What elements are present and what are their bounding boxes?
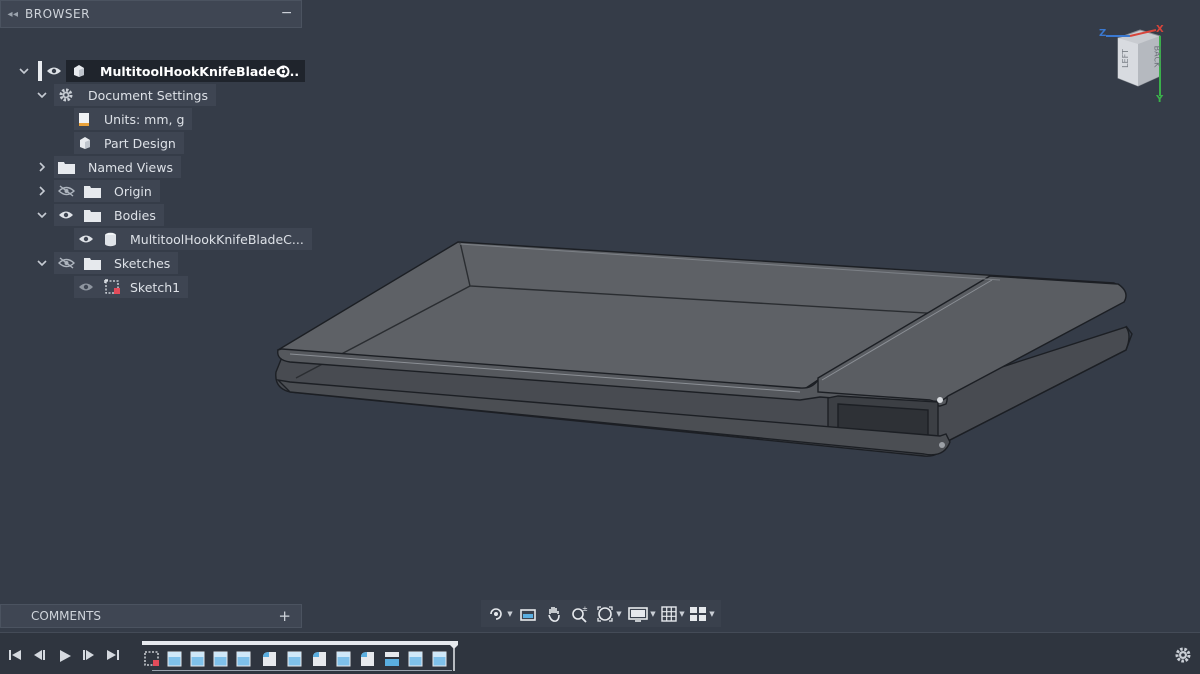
timeline-fillet-feature[interactable] (260, 649, 280, 669)
pan-button[interactable] (541, 603, 567, 625)
move-icon (385, 652, 399, 666)
timeline-move-feature[interactable] (382, 649, 402, 669)
timeline-extrude-feature[interactable] (234, 649, 254, 669)
fillet-icon (263, 652, 276, 666)
timeline-settings-icon[interactable] (1174, 646, 1192, 668)
extrude-icon (336, 651, 351, 667)
blade-case-model[interactable] (275, 241, 1133, 457)
fillet-icon (361, 652, 374, 666)
timeline-fillet-feature[interactable] (310, 649, 330, 669)
hand-icon (548, 606, 560, 622)
display-settings-button[interactable]: ▼ (625, 603, 659, 625)
go-to-end-icon[interactable] (106, 649, 120, 664)
look-at-icon (520, 608, 536, 621)
navigation-toolbar: ▼ ± ▼ ▼ ▼ ▼ (481, 600, 721, 627)
axis-y-label: Y (1156, 94, 1164, 105)
play-icon[interactable] (58, 649, 72, 666)
extrude-icon (190, 651, 205, 667)
timeline-fillet-feature[interactable] (358, 649, 378, 669)
step-back-icon[interactable] (32, 649, 46, 664)
grid-button[interactable]: ▼ (659, 603, 687, 625)
axis-x-label: X (1156, 24, 1164, 35)
extrude-icon (236, 651, 251, 667)
comments-title: COMMENTS (31, 609, 102, 623)
extrude-icon (408, 651, 423, 667)
orbit-button[interactable]: ▼ (485, 603, 515, 625)
extrude-icon (213, 651, 228, 667)
timeline-extrude-feature[interactable] (285, 649, 305, 669)
add-comment-icon[interactable]: + (278, 607, 291, 625)
axis-z-label: Z (1099, 28, 1107, 39)
grid-icon (661, 605, 677, 622)
timeline-extrude-feature[interactable] (211, 649, 231, 669)
comments-panel[interactable]: COMMENTS + (0, 604, 302, 628)
view-cube-face-left[interactable]: LEFT (1121, 49, 1130, 68)
timeline-marker[interactable] (450, 641, 458, 671)
timeline-sketch-feature[interactable] (142, 649, 162, 669)
extrude-icon (167, 651, 182, 667)
timeline-extrude-feature[interactable] (334, 649, 354, 669)
go-to-start-icon[interactable] (8, 649, 22, 664)
timeline-extrude-feature[interactable] (430, 649, 450, 669)
orbit-icon (490, 607, 503, 620)
zoom-icon: ± (572, 605, 588, 623)
look-at-button[interactable] (515, 603, 541, 625)
fillet-icon (313, 652, 326, 666)
model-viewport[interactable] (0, 0, 1200, 674)
timeline (0, 632, 1200, 674)
timeline-extrude-feature[interactable] (406, 649, 426, 669)
extrude-icon (287, 651, 302, 667)
timeline-track[interactable] (142, 641, 458, 671)
view-cube[interactable]: Z X Y LEFT BACK (1096, 24, 1180, 106)
monitor-icon (628, 606, 649, 622)
timeline-extrude-feature[interactable] (165, 649, 185, 669)
viewports-icon (690, 606, 707, 621)
fit-button[interactable]: ▼ (593, 603, 625, 625)
view-cube-face-back[interactable]: BACK (1152, 46, 1161, 68)
sketch-feature-icon (144, 651, 159, 666)
viewports-button[interactable]: ▼ (687, 603, 717, 625)
zoom-button[interactable]: ± (567, 603, 593, 625)
timeline-ticks (152, 669, 452, 671)
svg-text:±: ± (582, 605, 588, 613)
step-forward-icon[interactable] (82, 649, 96, 664)
timeline-bar (142, 641, 454, 645)
timeline-extrude-feature[interactable] (188, 649, 208, 669)
extrude-icon (432, 651, 447, 667)
fit-icon (597, 605, 613, 622)
